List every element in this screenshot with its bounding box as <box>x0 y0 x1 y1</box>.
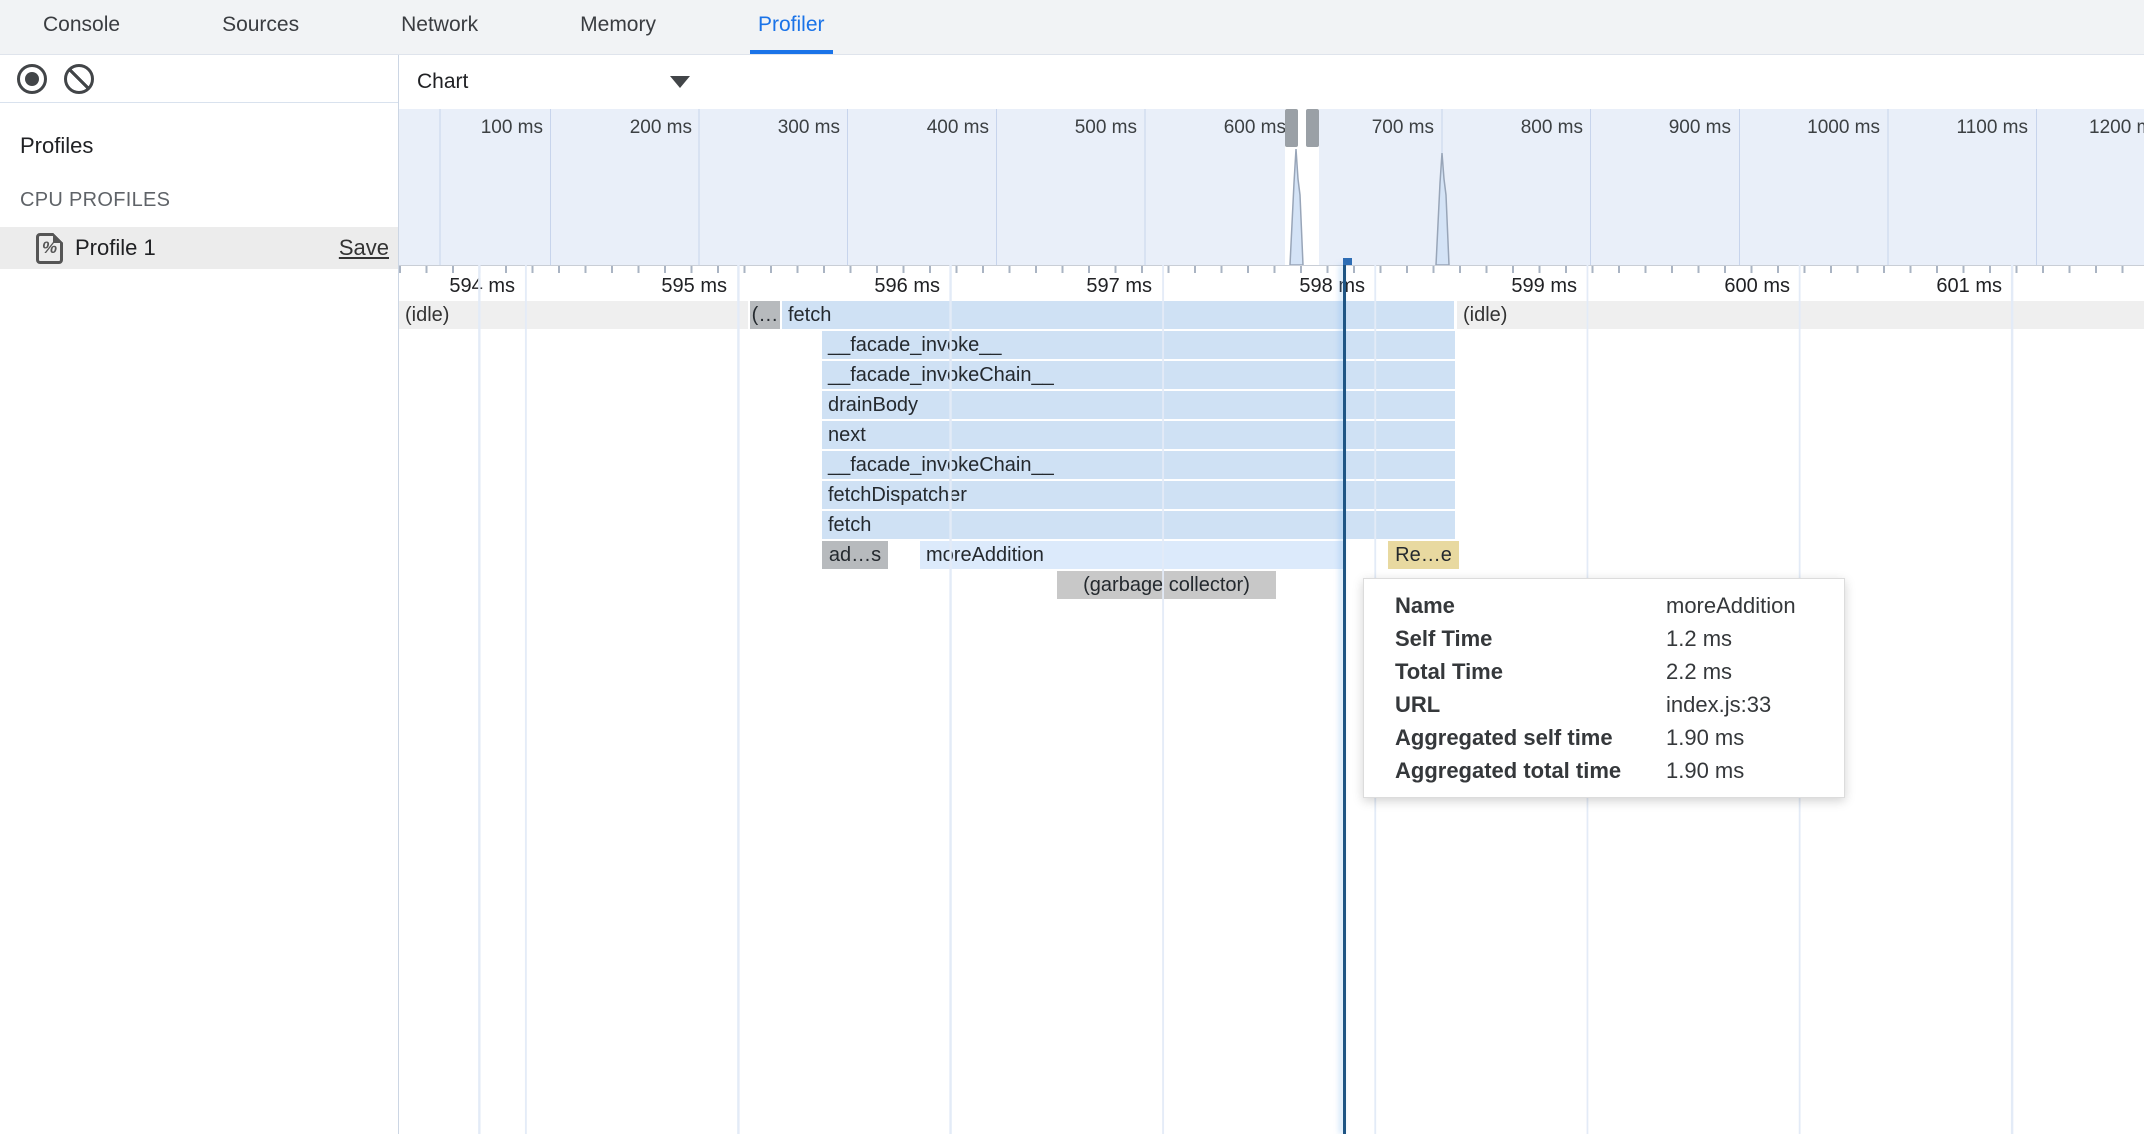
flame-chart: (idle) (… fetch (idle) __facade_invoke__… <box>399 301 2144 1134</box>
frame-addnumbers-truncated[interactable]: ad…s <box>822 541 888 569</box>
frame-idle[interactable]: (idle) <box>399 301 748 329</box>
overview-tick: 1200 ms <box>2089 117 2144 139</box>
profiles-heading: Profiles <box>20 133 398 159</box>
frame-facade-invoke[interactable]: __facade_invoke__ <box>822 331 1455 359</box>
frame-fetch[interactable]: fetch <box>782 301 1454 329</box>
frame-idle[interactable]: (idle) <box>1457 301 2144 329</box>
overview-timeline[interactable]: 100 ms 200 ms 300 ms 400 ms 500 ms 600 m… <box>399 109 2144 265</box>
view-mode-dropdown[interactable]: Chart <box>417 64 690 100</box>
sidebar-toolbar <box>0 55 398 103</box>
tab-sources[interactable]: Sources <box>214 0 307 54</box>
ruler-tick: 597 ms <box>1032 275 1152 298</box>
frame-garbage-collector[interactable]: (garbage collector) <box>1057 571 1276 599</box>
minor-ticks <box>399 266 2144 273</box>
clear-icon[interactable] <box>64 64 94 94</box>
ruler-tick: 598 ms <box>1245 275 1365 298</box>
cpu-activity-spike <box>1289 149 1305 265</box>
tab-console[interactable]: Console <box>35 0 128 54</box>
tooltip-value: 1.90 ms <box>1666 721 1824 754</box>
profile-name: Profile 1 <box>75 235 156 261</box>
tab-network[interactable]: Network <box>393 0 486 54</box>
profile-list-item[interactable]: % Profile 1 Save <box>0 227 398 269</box>
save-link[interactable]: Save <box>339 235 389 261</box>
devtools-tab-bar: Console Sources Network Memory Profiler <box>0 0 2144 55</box>
overview-tick: 100 ms <box>423 117 543 139</box>
ruler-tick: 595 ms <box>607 275 727 298</box>
tooltip-value: moreAddition <box>1666 589 1824 622</box>
ruler-tick: 599 ms <box>1457 275 1577 298</box>
overview-cursor-tick <box>1343 258 1352 265</box>
tab-memory[interactable]: Memory <box>572 0 664 54</box>
overview-tick: 1000 ms <box>1760 117 1880 139</box>
ruler-tick: 600 ms <box>1670 275 1790 298</box>
profile-document-icon: % <box>36 233 63 264</box>
overview-tick: 300 ms <box>720 117 840 139</box>
frame-drainbody[interactable]: drainBody <box>822 391 1455 419</box>
overview-tick: 400 ms <box>869 117 989 139</box>
tooltip-label: Aggregated total time <box>1395 754 1666 787</box>
tooltip-label: Name <box>1395 589 1666 622</box>
chart-toolbar: Chart <box>399 55 2144 109</box>
cpu-activity-spike <box>1435 153 1451 265</box>
frame-facade-invokechain[interactable]: __facade_invokeChain__ <box>822 451 1455 479</box>
frame-moreaddition[interactable]: moreAddition <box>920 541 1344 569</box>
tooltip-value: 1.2 ms <box>1666 622 1824 655</box>
tooltip-label: Total Time <box>1395 655 1666 688</box>
profiler-main-pane: Chart 100 ms 200 ms 300 ms 400 ms 500 ms… <box>399 55 2144 1134</box>
overview-tick: 900 ms <box>1611 117 1731 139</box>
chevron-down-icon <box>670 76 690 88</box>
tooltip-label: Self Time <box>1395 622 1666 655</box>
tooltip-value: 2.2 ms <box>1666 655 1824 688</box>
tooltip-value: 1.90 ms <box>1666 754 1824 787</box>
record-icon[interactable] <box>17 64 47 94</box>
ruler-tick: 601 ms <box>1882 275 2002 298</box>
frame-fetch[interactable]: fetch <box>822 511 1455 539</box>
ruler-tick: 594 ms <box>399 275 515 298</box>
detail-ruler: 594 ms 595 ms 596 ms 597 ms 598 ms 599 m… <box>399 265 2144 301</box>
overview-tick: 800 ms <box>1463 117 1583 139</box>
frame-facade-invokechain[interactable]: __facade_invokeChain__ <box>822 361 1455 389</box>
selection-left-handle[interactable] <box>1285 109 1298 147</box>
tab-profiler[interactable]: Profiler <box>750 0 833 54</box>
frame-next[interactable]: next <box>822 421 1455 449</box>
ruler-tick: 596 ms <box>820 275 940 298</box>
timeline-cursor-line[interactable] <box>1343 265 1346 1134</box>
overview-tick: 1100 ms <box>1908 117 2028 139</box>
overview-tick: 200 ms <box>572 117 692 139</box>
cpu-profiles-section-heading: CPU PROFILES <box>20 189 398 212</box>
record-dot <box>25 72 39 86</box>
frame-collapsed[interactable]: (… <box>750 301 780 329</box>
frame-fetchdispatcher[interactable]: fetchDispatcher <box>822 481 1455 509</box>
overview-tick: 700 ms <box>1314 117 1434 139</box>
tooltip-value: index.js:33 <box>1666 688 1824 721</box>
overview-tick: 600 ms <box>1166 117 1286 139</box>
tooltip-label: Aggregated self time <box>1395 721 1666 754</box>
overview-tick: 500 ms <box>1017 117 1137 139</box>
selection-right-handle[interactable] <box>1306 109 1319 147</box>
folded-corner <box>53 233 63 243</box>
tooltip-label: URL <box>1395 688 1666 721</box>
view-mode-value: Chart <box>417 70 468 94</box>
frame-response-truncated[interactable]: Re…e <box>1388 541 1459 569</box>
frame-details-tooltip: NamemoreAddition Self Time1.2 ms Total T… <box>1363 578 1845 798</box>
profiler-sidebar: Profiles CPU PROFILES % Profile 1 Save <box>0 55 399 1134</box>
